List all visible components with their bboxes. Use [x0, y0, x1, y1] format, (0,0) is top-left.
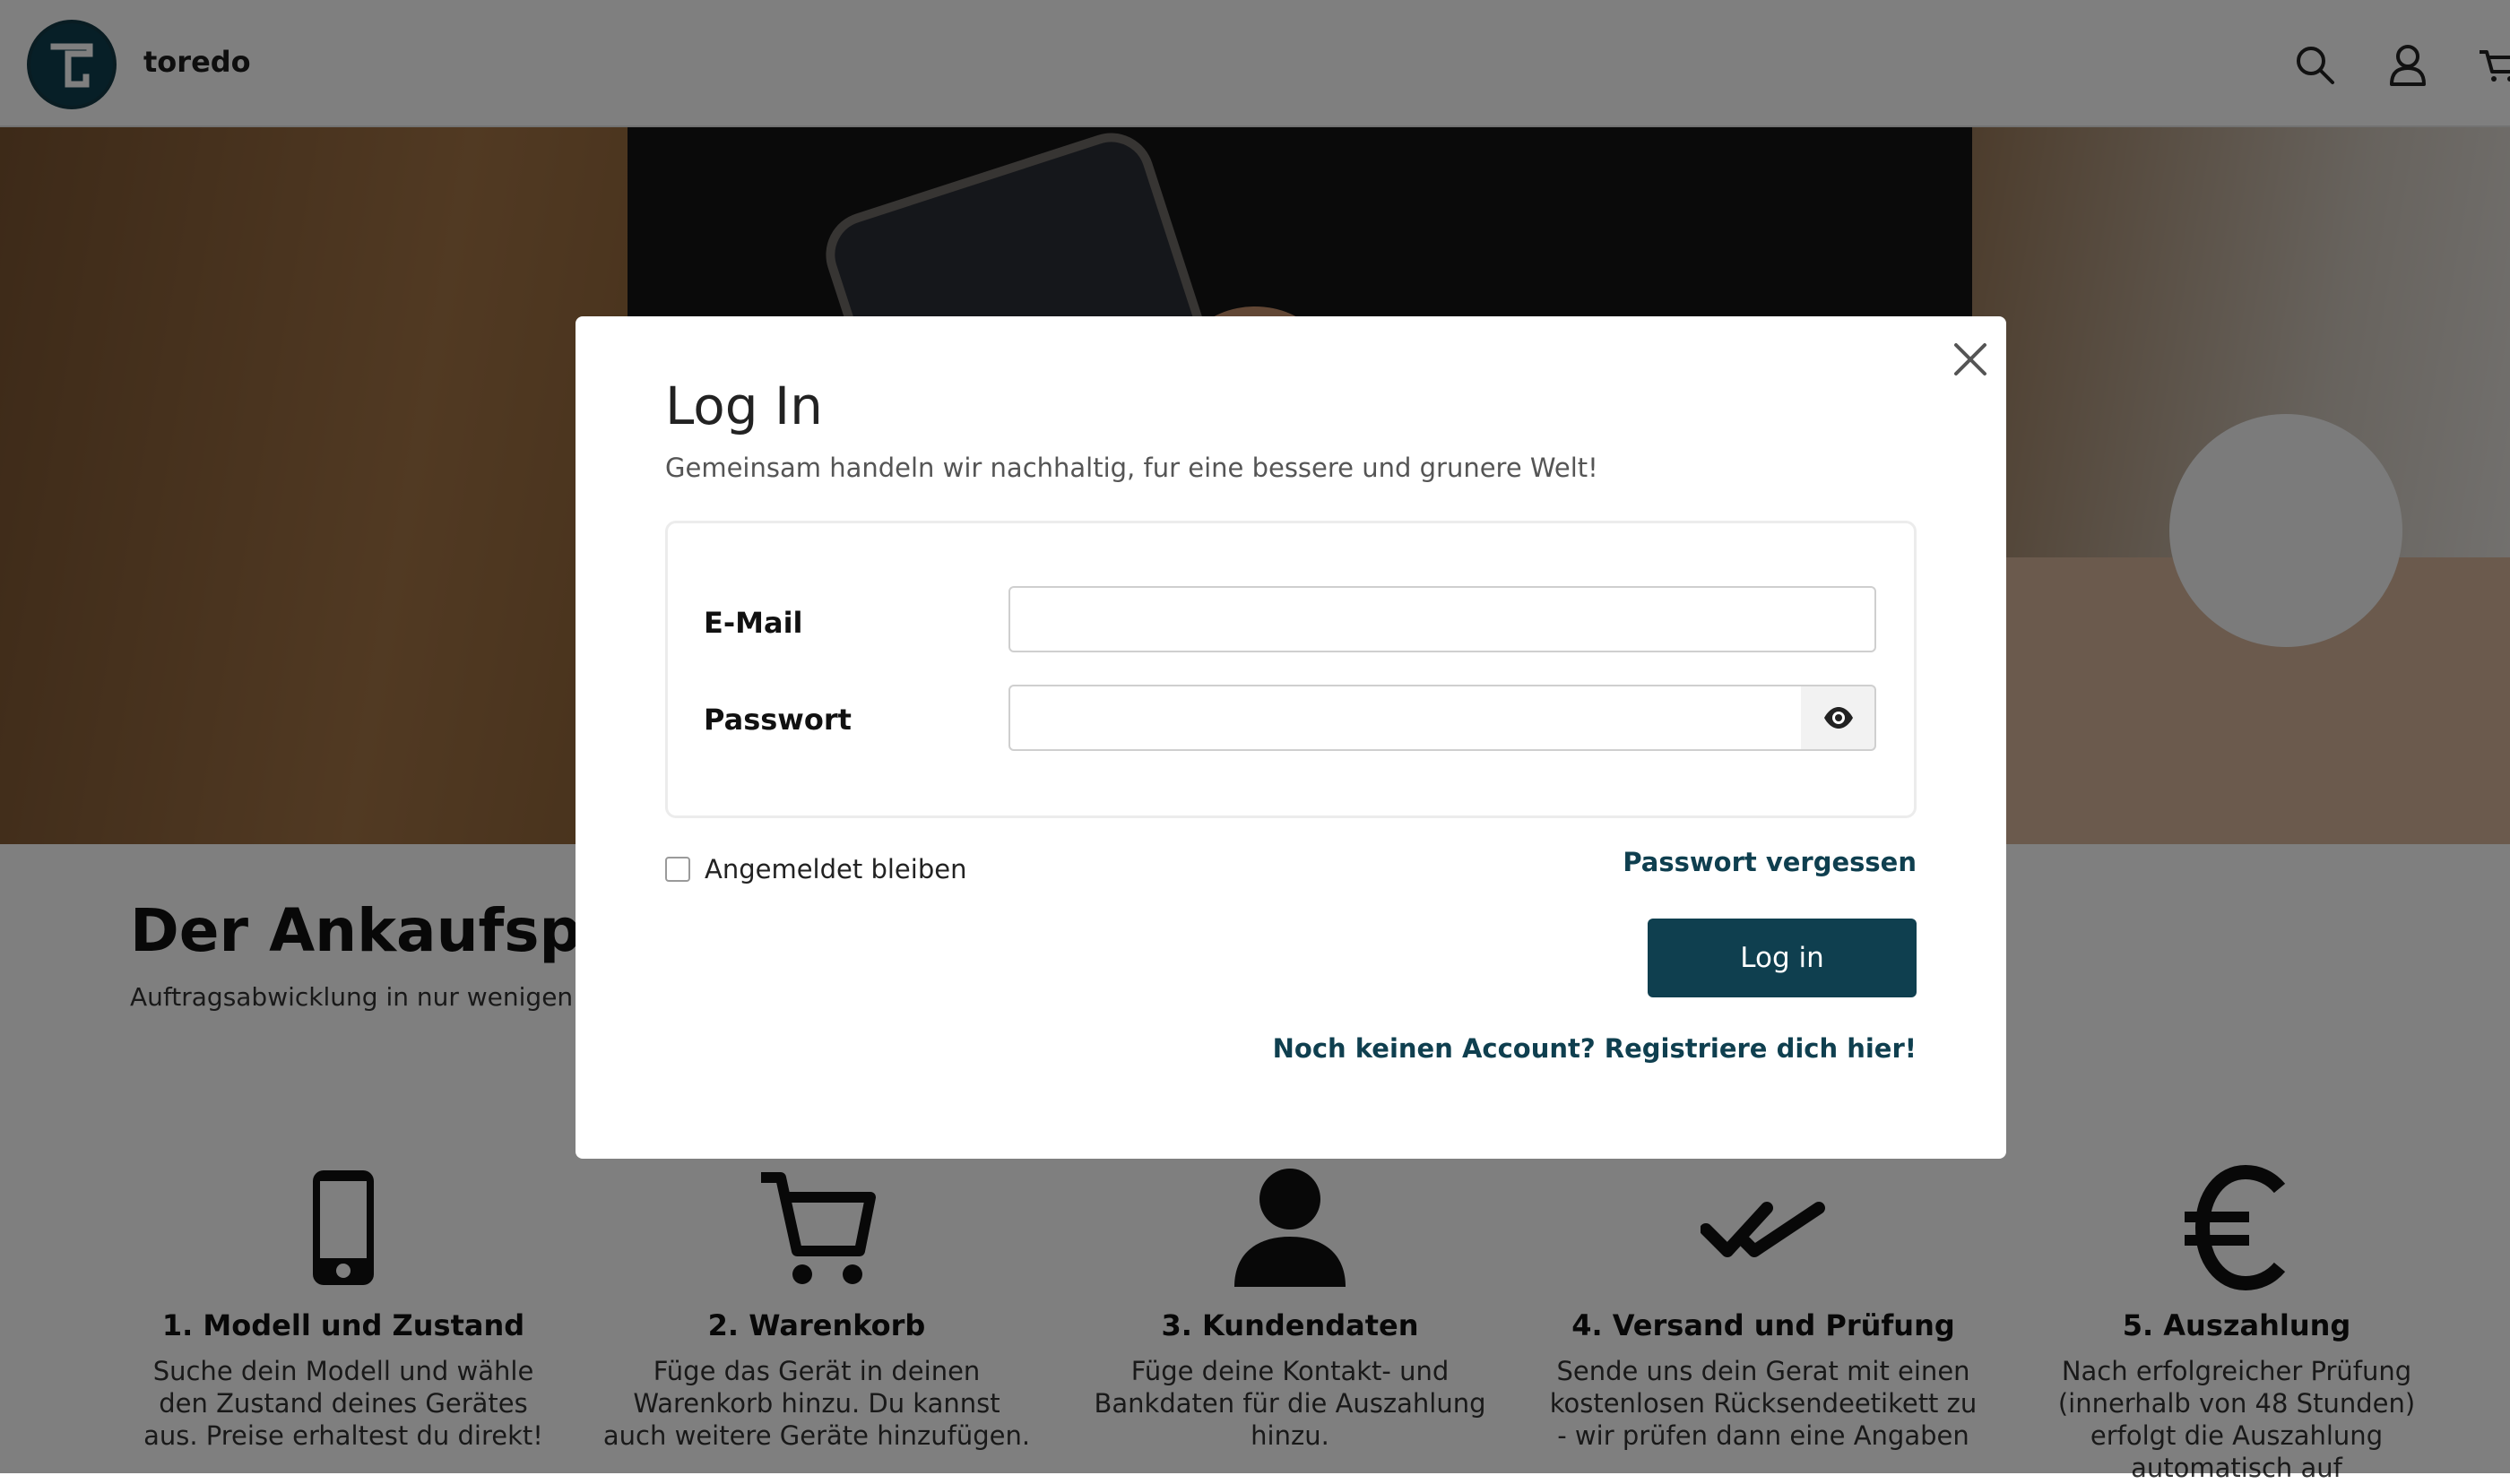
close-icon[interactable]	[1947, 336, 1994, 383]
forgot-password-link[interactable]: Passwort vergessen	[1623, 847, 1917, 877]
eye-icon	[1824, 707, 1853, 729]
password-field[interactable]	[1008, 685, 1803, 751]
modal-title: Log In	[665, 375, 823, 436]
remember-me: Angemeldet bleiben	[665, 854, 966, 884]
show-password-button[interactable]	[1801, 685, 1876, 751]
remember-label[interactable]: Angemeldet bleiben	[705, 854, 966, 884]
modal-subtitle: Gemeinsam handeln wir nachhaltig, fur ei…	[665, 453, 1598, 483]
login-modal: Log In Gemeinsam handeln wir nachhaltig,…	[576, 316, 2006, 1159]
remember-checkbox[interactable]	[665, 857, 690, 882]
email-label: E-Mail	[704, 606, 803, 640]
login-button[interactable]: Log in	[1648, 919, 1917, 997]
email-field[interactable]	[1008, 586, 1876, 652]
login-form: E-Mail Passwort	[665, 521, 1917, 818]
password-label: Passwort	[704, 703, 852, 737]
register-link[interactable]: Noch keinen Account? Registriere dich hi…	[1273, 1033, 1917, 1064]
